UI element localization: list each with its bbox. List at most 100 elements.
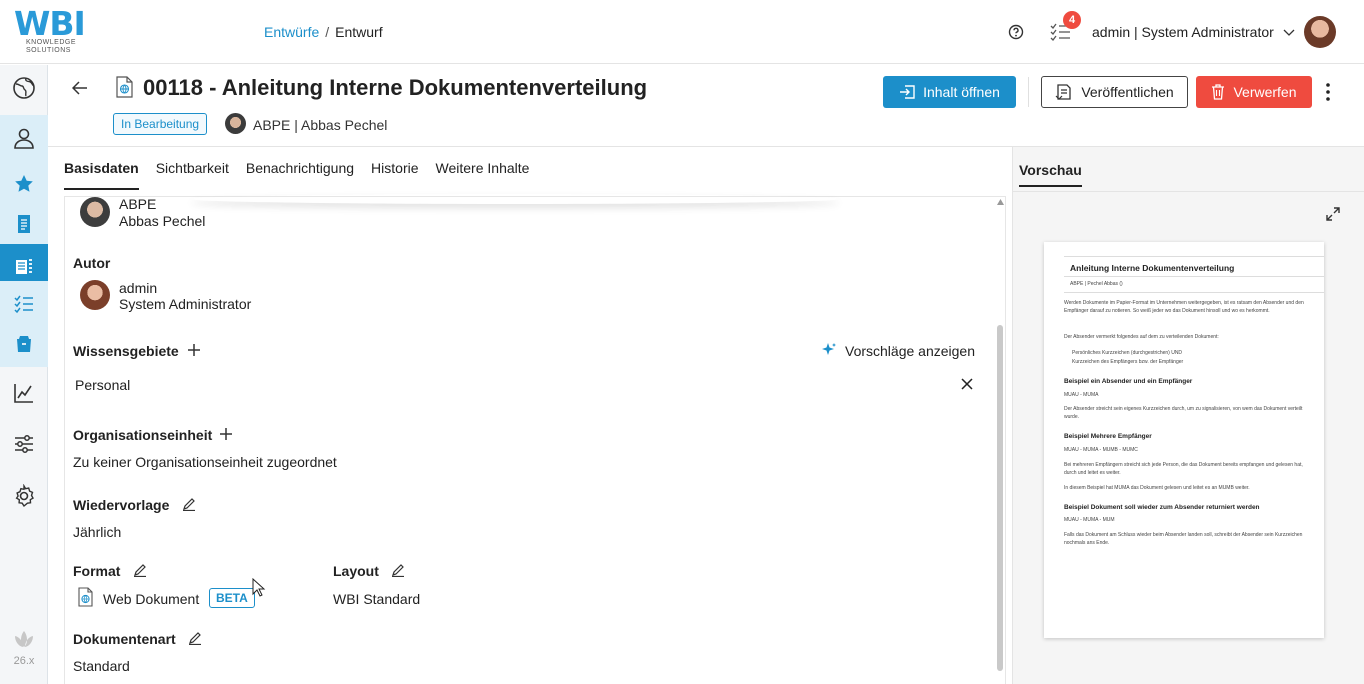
top-bar: WBI KNOWLEDGE SOLUTIONS Entwürfe / Entwurf…	[0, 0, 1364, 64]
preview-paragraph: Falls das Dokument am Schluss wieder bei…	[1064, 532, 1303, 546]
owner-short: ABPE	[119, 196, 157, 212]
layout-value: WBI Standard	[333, 591, 421, 607]
tab-sichtbarkeit[interactable]: Sichtbarkeit	[156, 160, 229, 190]
owner-name: ABPE | Abbas Pechel	[253, 117, 388, 133]
scroll-shadow	[190, 194, 840, 204]
discard-button[interactable]: Verwerfen	[1196, 76, 1312, 108]
version-label: 26.x	[13, 655, 35, 667]
more-vertical-icon[interactable]	[1324, 82, 1332, 102]
breadcrumb-separator: /	[325, 24, 330, 40]
preview-paragraph: In diesem Beispiel hat MUMA das Dokument…	[1064, 485, 1250, 491]
preview-meta: ABPE | Pechel Abbas ()	[1070, 281, 1123, 287]
author-avatar	[80, 280, 110, 310]
layout-label: Layout	[333, 563, 379, 579]
preview-pane: Vorschau Anleitung Interne Dokumentenver…	[1012, 147, 1364, 684]
logo-sub-1: KNOWLEDGE	[26, 39, 77, 46]
publish-label: Veröffentlichen	[1081, 84, 1174, 100]
sidebar-item-archive[interactable]	[0, 321, 48, 367]
logo-text: WBI	[14, 4, 86, 43]
open-content-button[interactable]: Inhalt öffnen	[883, 76, 1016, 108]
author-label: Autor	[73, 255, 111, 271]
tab-benachrichtigung[interactable]: Benachrichtigung	[246, 160, 354, 190]
draft-list-icon	[16, 259, 32, 274]
show-suggestions-button[interactable]: Vorschläge anzeigen	[845, 343, 975, 359]
sidebar-item-settings[interactable]	[0, 473, 48, 519]
back-arrow-icon[interactable]	[72, 81, 88, 95]
knowledge-areas-label: Wissensgebiete	[73, 343, 179, 359]
beta-badge: BETA	[209, 588, 255, 608]
edit-layout-icon[interactable]	[391, 563, 405, 577]
breadcrumb-draft: Entwurf	[335, 24, 383, 40]
preview-paragraph: Der Absender streicht sein eigenes Kurzz…	[1064, 406, 1303, 420]
page-header: 00118 - Anleitung Interne Dokumentenvert…	[48, 65, 1364, 147]
chart-line-icon	[14, 384, 33, 403]
orgunit-label: Organisationseinheit	[73, 427, 213, 443]
header-divider	[1028, 77, 1029, 107]
preview-paragraph: Der Absender vermerkt folgendes auf dem …	[1064, 334, 1219, 340]
open-content-label: Inhalt öffnen	[923, 84, 1000, 100]
sidebar-item-globe[interactable]	[0, 65, 48, 111]
add-knowledge-area-icon[interactable]	[187, 343, 201, 357]
status-badge: In Bearbeitung	[113, 113, 208, 135]
preview-list-item: Persönliches Kurzzeichen (durchgestriche…	[1072, 350, 1183, 356]
sliders-icon	[15, 435, 33, 453]
archive-box-icon	[17, 336, 31, 352]
add-orgunit-icon[interactable]	[219, 427, 233, 441]
tab-preview[interactable]: Vorschau	[1019, 162, 1082, 187]
user-menu-label[interactable]: admin | System Administrator	[1092, 24, 1274, 40]
star-icon	[15, 175, 33, 192]
tasks-count-badge: 4	[1063, 11, 1081, 29]
document-icon	[18, 215, 30, 233]
owner-avatar-large	[80, 197, 110, 227]
trash-icon	[1212, 84, 1225, 100]
tab-weitere-inhalte[interactable]: Weitere Inhalte	[436, 160, 530, 190]
sparkle-icon[interactable]	[821, 342, 837, 358]
help-icon[interactable]	[1008, 24, 1024, 40]
discard-label: Verwerfen	[1233, 84, 1297, 100]
preview-example: MUAU - MUMA - MUM	[1064, 517, 1115, 523]
preview-paragraph: Bei mehreren Empfängern streicht sich je…	[1064, 462, 1303, 476]
logo-sub-2: SOLUTIONS	[26, 47, 71, 54]
user-avatar[interactable]	[1304, 16, 1336, 48]
open-in-icon	[900, 85, 915, 99]
wbi-logo[interactable]: WBI KNOWLEDGE SOLUTIONS	[14, 4, 86, 55]
preview-paragraph: Werden Dokumente im Papier-Format im Unt…	[1064, 300, 1304, 314]
publish-button[interactable]: Veröffentlichen	[1041, 76, 1188, 108]
preview-tab-divider	[1013, 191, 1364, 192]
user-icon	[14, 128, 34, 149]
format-value: Web Dokument	[103, 591, 200, 607]
sidebar-item-profile[interactable]	[0, 115, 48, 161]
author-full: System Administrator	[119, 296, 252, 312]
edit-format-icon[interactable]	[133, 563, 147, 577]
edit-resubmission-icon[interactable]	[182, 497, 196, 511]
preview-list-item: Kurzzeichen des Empfängers bzw. der Empf…	[1072, 359, 1184, 365]
sidebar-item-documents[interactable]	[0, 201, 48, 247]
publish-icon	[1055, 84, 1071, 100]
preview-heading: Beispiel Mehrere Empfänger	[1064, 433, 1152, 440]
tab-basisdaten[interactable]: Basisdaten	[64, 160, 139, 190]
detail-tabs: Basisdaten Sichtbarkeit Benachrichtigung…	[64, 160, 546, 190]
remove-icon[interactable]	[960, 377, 974, 391]
sidebar-item-filters[interactable]	[0, 421, 48, 467]
preview-heading: Beispiel ein Absender und ein Empfänger	[1064, 378, 1193, 385]
preview-title: Anleitung Interne Dokumentenverteilung	[1070, 263, 1235, 273]
preview-example: MUAU - MUMA	[1064, 392, 1099, 398]
owner-avatar	[225, 113, 246, 134]
web-document-icon	[116, 76, 133, 98]
content-scrollbar[interactable]	[996, 197, 1005, 684]
scroll-thumb[interactable]	[997, 325, 1003, 671]
document-preview[interactable]: Anleitung Interne Dokumentenverteilung A…	[1044, 242, 1324, 638]
owner-full: Abbas Pechel	[119, 213, 206, 229]
doctype-label: Dokumentenart	[73, 631, 176, 647]
chevron-down-icon[interactable]	[1283, 27, 1295, 37]
expand-icon[interactable]	[1325, 206, 1341, 222]
tab-historie[interactable]: Historie	[371, 160, 418, 190]
gear-icon	[15, 484, 34, 508]
knowledge-area-value: Personal	[75, 377, 131, 393]
preview-rule	[1064, 292, 1324, 293]
scroll-up-arrow-icon[interactable]	[997, 199, 1004, 205]
breadcrumb-drafts[interactable]: Entwürfe	[264, 24, 319, 40]
sidebar-item-statistics[interactable]	[0, 370, 48, 416]
orgunit-value: Zu keiner Organisationseinheit zugeordne…	[73, 454, 337, 470]
edit-doctype-icon[interactable]	[188, 631, 202, 645]
